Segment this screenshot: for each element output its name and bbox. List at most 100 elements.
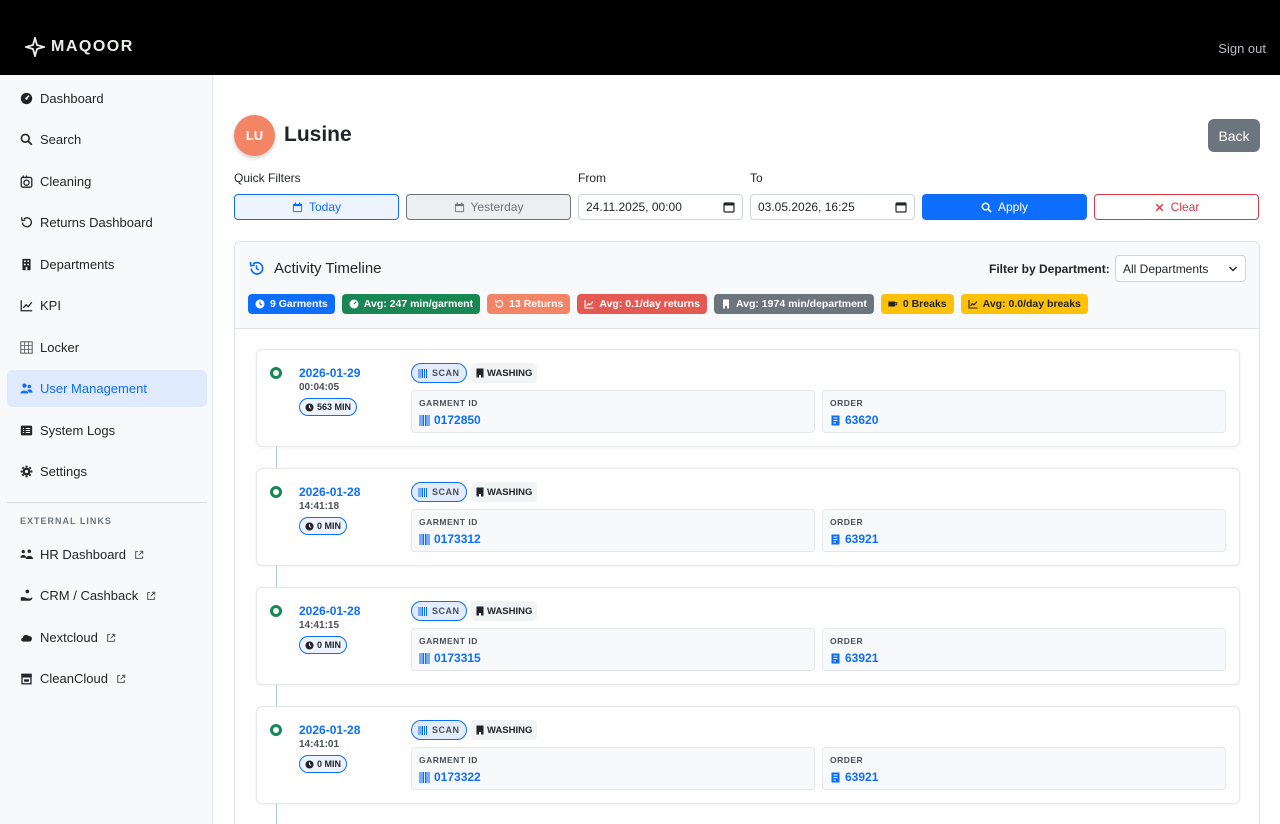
people-icon xyxy=(20,549,33,559)
external-link-icon xyxy=(106,633,116,642)
order-field: ORDER 63620 xyxy=(822,390,1226,433)
gauge-icon xyxy=(349,299,359,309)
external-link-icon xyxy=(147,591,156,600)
sidebar-item-label: Cleaning xyxy=(40,174,92,189)
duration-badge: 0 MIN xyxy=(299,517,348,535)
building-icon xyxy=(476,487,484,497)
garment-field: GARMENT ID 0173322 xyxy=(411,747,815,790)
garment-link[interactable]: 0173312 xyxy=(419,532,481,546)
yesterday-button[interactable]: Yesterday xyxy=(406,194,571,220)
sidebar-item-label: Departments xyxy=(40,257,115,272)
undo-icon xyxy=(20,217,33,228)
order-link[interactable]: 63921 xyxy=(830,770,878,784)
apply-button[interactable]: Apply xyxy=(922,194,1087,220)
duration-badge: 563 MIN xyxy=(299,398,358,416)
sidebar-item-crm-cashback[interactable]: CRM / Cashback xyxy=(7,577,207,614)
search-icon xyxy=(20,133,33,146)
duration-text: 0 MIN xyxy=(317,640,342,650)
department-badge: WASHING xyxy=(471,482,538,502)
sidebar-item-system-logs[interactable]: System Logs xyxy=(7,412,207,449)
duration-text: 0 MIN xyxy=(317,759,342,769)
sidebar-item-cleancloud[interactable]: CleanCloud xyxy=(7,660,207,697)
sidebar-item-hr-dashboard[interactable]: HR Dashboard xyxy=(7,536,207,573)
timeline-dot xyxy=(270,724,282,736)
entry-date[interactable]: 2026-01-28 xyxy=(299,604,360,618)
calendar-icon[interactable] xyxy=(723,201,735,213)
receipt-icon xyxy=(831,653,840,663)
barcode-icon xyxy=(419,533,430,545)
entry-date[interactable]: 2026-01-29 xyxy=(299,366,360,380)
garment-link[interactable]: 0173322 xyxy=(419,770,481,784)
action-text: SCAN xyxy=(432,725,460,735)
barcode-icon xyxy=(419,414,430,426)
action-badge: SCAN xyxy=(411,601,467,621)
from-date-input[interactable]: 24.11.2025, 00:00 xyxy=(578,194,743,220)
sidebar-item-kpi[interactable]: KPI xyxy=(7,287,207,324)
sidebar-item-dashboard[interactable]: Dashboard xyxy=(7,80,207,117)
garment-id: 0173315 xyxy=(434,651,481,665)
to-date-value: 03.05.2026, 16:25 xyxy=(758,200,855,214)
timeline-header: Activity Timeline Filter by Department: … xyxy=(235,242,1259,329)
list-icon xyxy=(20,425,33,436)
avg-breaks-badge: Avg: 0.0/day breaks xyxy=(960,294,1088,314)
sidebar-item-returns-dashboard[interactable]: Returns Dashboard xyxy=(7,204,207,241)
department-badge: WASHING xyxy=(471,363,538,383)
department-text: WASHING xyxy=(487,367,533,379)
sidebar-item-cleaning[interactable]: Cleaning xyxy=(7,163,207,200)
sidebar-item-nextcloud[interactable]: Nextcloud xyxy=(7,619,207,656)
action-text: SCAN xyxy=(432,368,460,378)
garment-link[interactable]: 0172850 xyxy=(419,413,481,427)
entry-date[interactable]: 2026-01-28 xyxy=(299,723,360,737)
coffee-icon xyxy=(888,301,898,307)
back-button[interactable]: Back xyxy=(1208,119,1260,152)
action-badge: SCAN xyxy=(411,482,467,502)
sidebar-item-label: Settings xyxy=(40,464,87,479)
order-link[interactable]: 63921 xyxy=(830,651,878,665)
action-text: SCAN xyxy=(432,606,460,616)
badge-text: Avg: 0.1/day returns xyxy=(599,298,700,310)
brand-logo[interactable]: MAQOOR xyxy=(25,37,134,57)
building-icon xyxy=(722,299,729,309)
yesterday-label: Yesterday xyxy=(470,200,524,214)
calendar-icon[interactable] xyxy=(895,201,907,213)
garment-label: GARMENT ID xyxy=(419,755,478,765)
today-button[interactable]: Today xyxy=(234,194,399,220)
garment-field: GARMENT ID 0173315 xyxy=(411,628,815,671)
clock-icon xyxy=(305,759,314,769)
clear-button[interactable]: Clear xyxy=(1094,194,1259,220)
sidebar-item-user-management[interactable]: User Management xyxy=(7,370,207,407)
hand-coin-icon xyxy=(20,589,33,601)
garment-id: 0173312 xyxy=(434,532,481,546)
timeline-title: Activity Timeline xyxy=(248,260,382,277)
department-text: WASHING xyxy=(487,724,533,736)
sign-out-link[interactable]: Sign out xyxy=(1218,41,1266,56)
sidebar-item-locker[interactable]: Locker xyxy=(7,329,207,366)
avatar: LU xyxy=(234,115,275,156)
order-link[interactable]: 63921 xyxy=(830,532,878,546)
action-text: SCAN xyxy=(432,487,460,497)
order-link[interactable]: 63620 xyxy=(830,413,878,427)
entry-time: 14:41:18 xyxy=(299,501,340,512)
sidebar-item-search[interactable]: Search xyxy=(7,121,207,158)
sidebar-item-label: System Logs xyxy=(40,423,116,438)
sidebar-item-departments[interactable]: Departments xyxy=(7,246,207,283)
badge-text: Avg: 247 min/garment xyxy=(363,298,474,310)
department-select[interactable]: All Departments xyxy=(1115,255,1246,282)
garment-label: GARMENT ID xyxy=(419,636,478,646)
department-badge: WASHING xyxy=(471,601,538,621)
sidebar-item-label: HR Dashboard xyxy=(40,547,126,562)
sidebar-item-label: Nextcloud xyxy=(40,630,98,645)
sidebar-item-settings[interactable]: Settings xyxy=(7,453,207,490)
line-chart-icon xyxy=(968,300,978,309)
garment-link[interactable]: 0173315 xyxy=(419,651,481,665)
timeline-entry: 2026-01-28 14:41:18 0 MIN SCAN WASHING G… xyxy=(256,468,1240,566)
sidebar-item-label: Locker xyxy=(40,340,80,355)
line-chart-icon xyxy=(20,300,33,312)
to-date-input[interactable]: 03.05.2026, 16:25 xyxy=(750,194,915,220)
entry-date[interactable]: 2026-01-28 xyxy=(299,485,360,499)
building-icon xyxy=(476,725,484,735)
department-text: WASHING xyxy=(487,605,533,617)
order-label: ORDER xyxy=(830,517,864,527)
gauge-icon xyxy=(20,92,33,105)
receipt-icon xyxy=(831,415,840,425)
